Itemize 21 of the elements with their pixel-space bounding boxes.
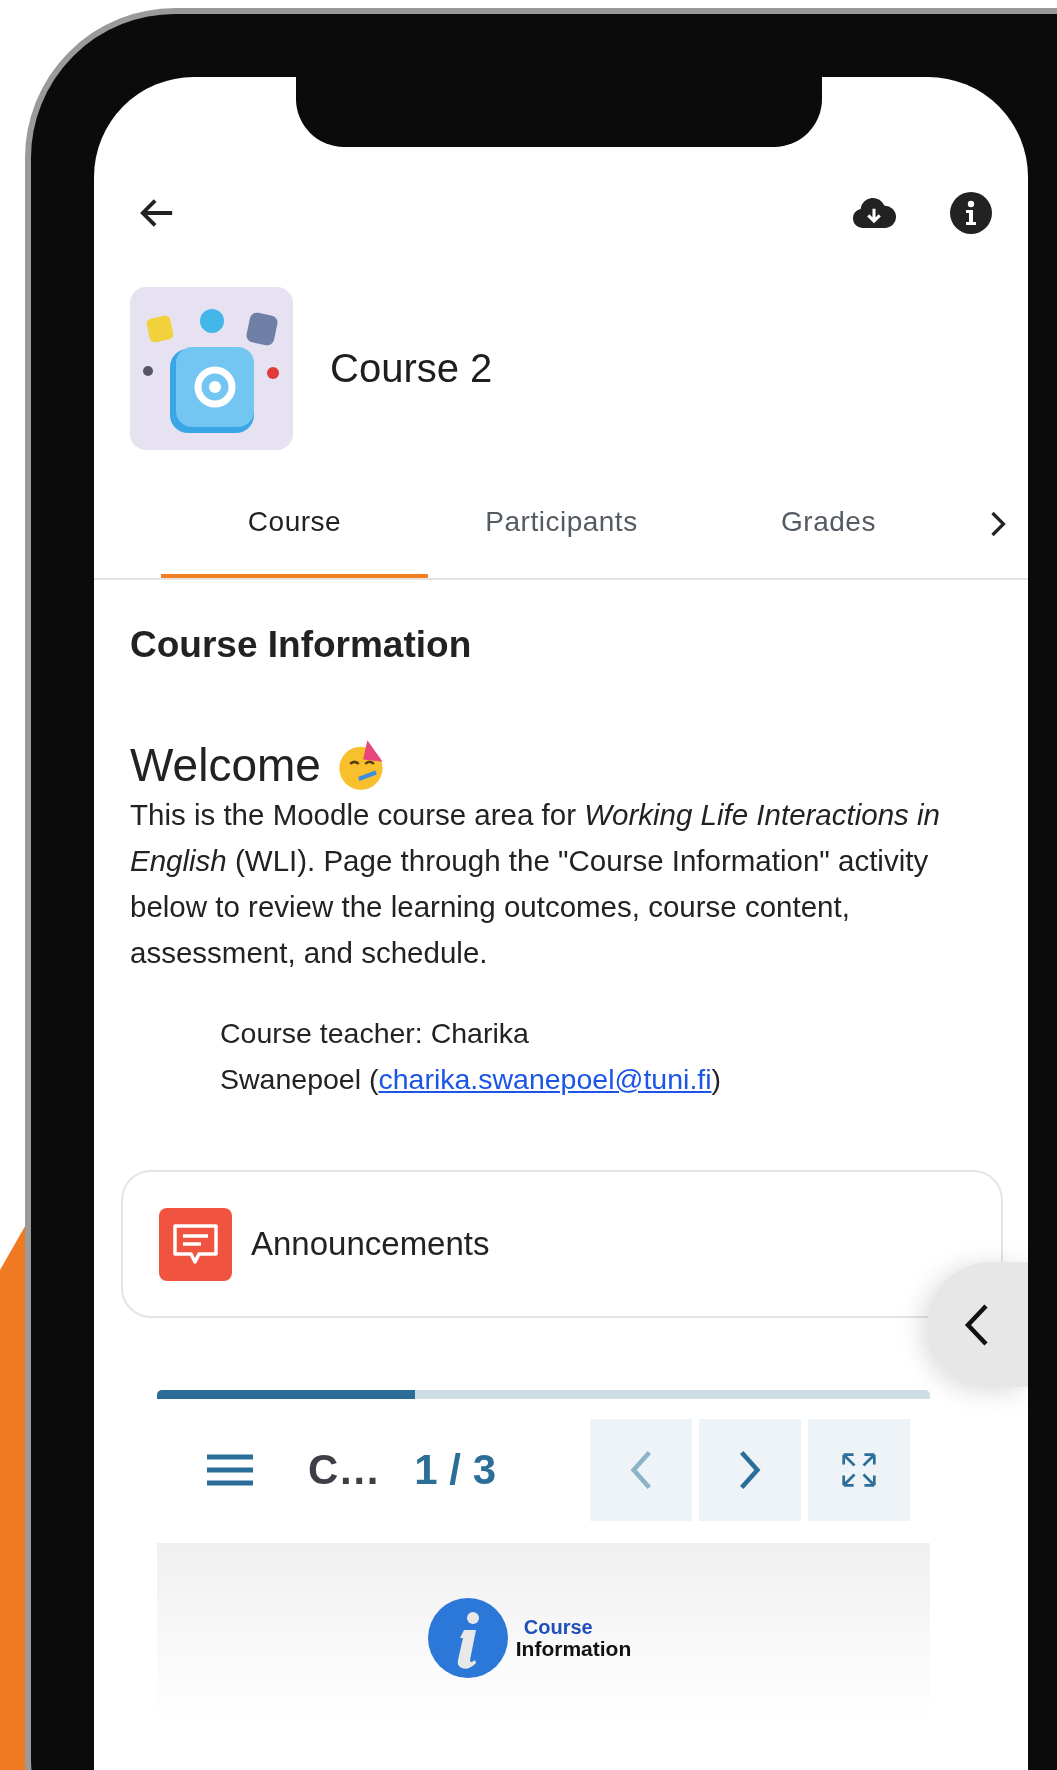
welcome-heading: Welcome xyxy=(130,738,321,792)
tab[interactable]: Participants xyxy=(428,470,695,578)
chat-icon xyxy=(159,1207,232,1281)
module-name: Announcements xyxy=(251,1225,490,1263)
course-title: Course 2 xyxy=(330,346,493,391)
tab[interactable]: Course xyxy=(161,470,428,578)
teacher-line: Course teacher: Charika Swanepoel (charika.swanepoel@tuni.fi) xyxy=(220,1016,723,1097)
welcome-paragraph: This is the Moodle course area for Working Life Interactions in English (WLI). Page through the "Course Information" activity below to review the learning outcomes, course content, assessment, and schedule. xyxy=(130,797,941,971)
logo-text: Information xyxy=(515,1638,632,1660)
menu-icon[interactable] xyxy=(207,1453,253,1487)
logo-text: Course xyxy=(522,1616,594,1638)
cloud-download-icon[interactable] xyxy=(851,196,897,230)
info-icon[interactable] xyxy=(949,191,993,235)
page-indicator: 1 / 3 xyxy=(414,1446,497,1494)
expand-icon xyxy=(841,1452,877,1488)
section-title: Course Information xyxy=(130,624,473,666)
fullscreen-button[interactable] xyxy=(808,1419,910,1521)
info-icon xyxy=(425,1596,510,1680)
email-link[interactable]: charika.swanepoel@tuni.fi xyxy=(378,1063,712,1095)
chapter-title: C… xyxy=(308,1446,381,1494)
tab[interactable]: Grades xyxy=(695,470,962,578)
